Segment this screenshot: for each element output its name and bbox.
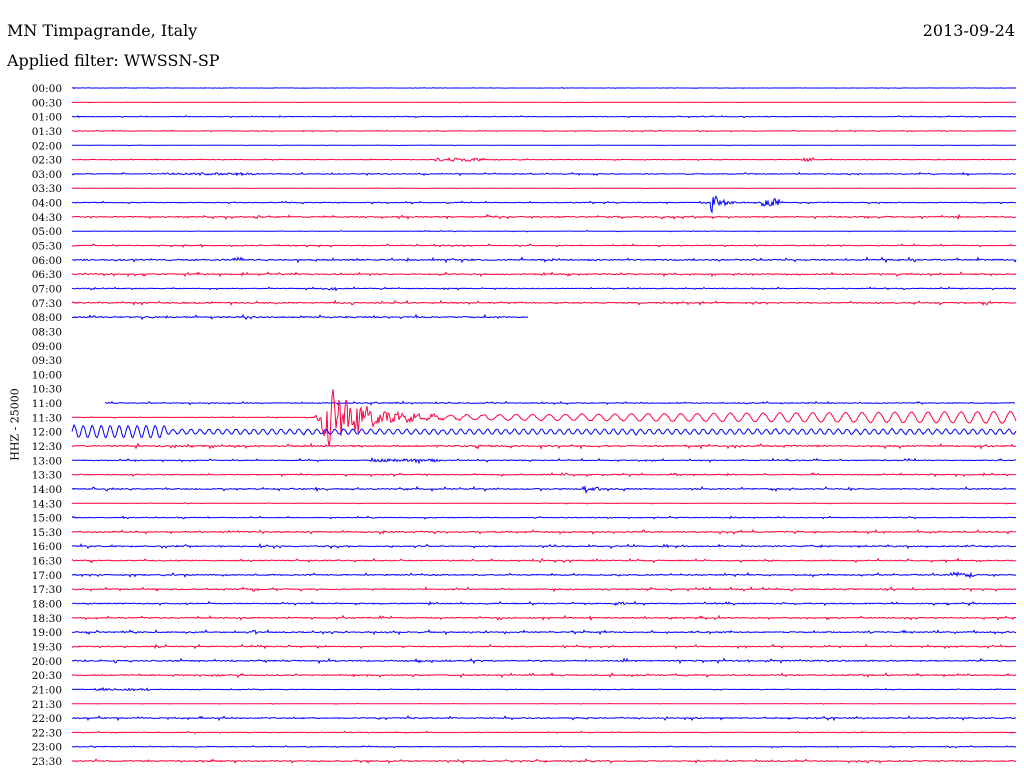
trace-1230 [71,442,1017,450]
row-time-label: 15:30 [32,527,62,539]
row-time-label: 22:30 [32,727,62,739]
row-time-label: 09:00 [32,341,62,353]
row-time-label: 13:30 [32,470,62,482]
trace-2030 [71,671,1017,679]
trace-2000 [71,657,1017,665]
trace-1600 [71,543,1017,550]
row-time-label: 08:30 [32,326,62,338]
trace-0400 [71,195,1016,214]
row-time-label: 14:00 [32,484,62,496]
row-time-label: 21:30 [32,699,62,711]
row-time-label: 19:30 [32,641,62,653]
trace-1930 [71,643,1017,650]
row-time-label: 14:30 [32,498,62,510]
row-time-label: 01:00 [32,112,62,124]
row-time-label: 06:00 [32,255,62,267]
row-time-label: 17:30 [32,584,62,596]
trace-1700 [71,571,1017,579]
trace-1300 [71,457,1017,465]
row-time-label: 23:00 [32,742,62,754]
trace-0030 [71,101,1017,104]
trace-1530 [71,528,1017,535]
row-time-label: 17:00 [32,570,62,582]
trace-2330 [71,758,1017,764]
row-time-label: 16:00 [32,541,62,553]
row-time-label: 05:30 [32,241,62,253]
trace-1830 [71,614,1017,622]
row-time-label: 12:00 [32,427,62,439]
trace-1400 [71,485,1017,495]
row-time-label: 02:30 [32,155,62,167]
trace-1200 [71,423,1017,439]
row-time-label: 01:30 [32,126,62,138]
trace-0630 [71,271,1017,278]
trace-1730 [71,586,1017,593]
trace-0000 [71,87,1017,89]
row-time-label: 07:00 [32,283,62,295]
row-time-label: 03:30 [32,183,62,195]
row-time-label: 07:30 [32,298,62,310]
row-time-label: 13:00 [32,455,62,467]
trace-0230 [71,156,1017,163]
row-time-label: 18:00 [32,599,62,611]
row-time-label: 10:00 [32,369,62,381]
trace-0730 [71,299,1016,306]
row-time-label: 20:00 [32,656,62,668]
row-time-label: 08:00 [32,312,62,324]
row-time-label: 06:30 [32,269,62,281]
trace-1630 [71,557,1016,564]
row-time-label: 18:30 [32,613,62,625]
row-time-label: 09:30 [32,355,62,367]
trace-2100 [72,686,1017,692]
trace-0530 [71,243,1017,248]
row-time-label: 11:30 [32,412,62,424]
trace-1130 [71,389,1017,447]
row-time-label: 23:30 [32,756,62,768]
row-time-label: 22:00 [32,713,62,725]
trace-1800 [71,600,1017,607]
helicorder-plot: 00:00 00:30 01:00 01:30 02:00 02:30 03:00 03:30… [32,83,1017,768]
trace-2230 [71,730,1017,735]
trace-2300 [71,745,1017,749]
row-time-label: 02:00 [32,140,62,152]
row-time-label: 21:00 [32,684,62,696]
trace-0200 [72,144,1016,147]
row-time-label: 20:30 [32,670,62,682]
trace-0600 [71,256,1017,264]
trace-2200 [71,715,1017,722]
row-time-label: 00:00 [32,83,62,95]
row-time-label: 16:30 [32,556,62,568]
trace-1500 [71,515,1017,520]
row-time-label: 00:30 [32,97,62,109]
row-time-label: 11:00 [32,398,62,410]
trace-0430 [71,213,1017,221]
trace-0330 [71,187,1016,190]
trace-0300 [71,171,1017,177]
trace-0130 [72,129,1016,133]
row-time-label: 04:30 [32,212,62,224]
trace-1900 [71,629,1016,636]
row-time-label: 05:00 [32,226,62,238]
trace-0100 [71,115,1017,119]
trace-0800 [72,313,529,321]
row-time-label: 04:00 [32,198,62,210]
row-time-label: 12:30 [32,441,62,453]
trace-0500 [71,230,1017,233]
row-time-label: 15:00 [32,513,62,525]
trace-2130 [71,702,1016,705]
trace-1330 [71,472,1017,478]
row-time-label: 03:00 [32,169,62,181]
trace-0700 [71,286,1017,292]
row-time-label: 19:00 [32,627,62,639]
trace-1100 [105,400,1016,406]
row-time-label: 10:30 [32,384,62,396]
trace-1430 [71,502,1017,505]
